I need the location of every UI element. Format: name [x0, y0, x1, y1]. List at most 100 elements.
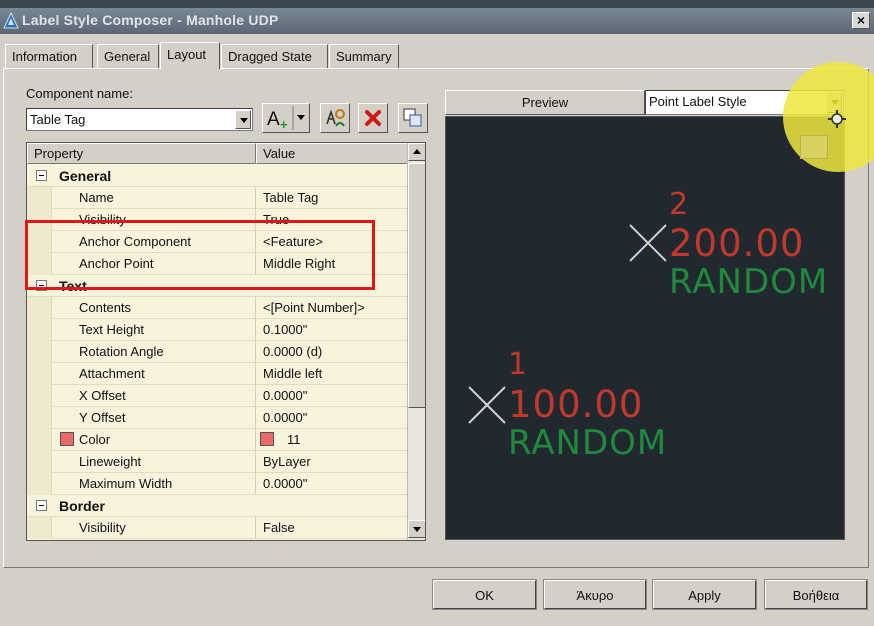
tab-baseline — [3, 68, 869, 69]
pan-cursor-icon — [828, 110, 846, 128]
property-value[interactable]: <[Point Number]> — [263, 300, 365, 315]
tab-information[interactable]: Information — [5, 44, 93, 68]
copy-component-icon — [326, 109, 345, 127]
ok-button[interactable]: OK — [432, 579, 537, 610]
dropdown-popup-stub — [800, 135, 828, 159]
column-separator — [255, 187, 256, 209]
svg-text:A: A — [267, 109, 280, 130]
scrollbar-thumb[interactable] — [408, 163, 425, 408]
property-name: Lineweight — [79, 454, 142, 469]
draw-order-button[interactable] — [398, 103, 428, 133]
property-value[interactable]: 0.1000" — [263, 322, 307, 337]
add-component-button[interactable]: A + — [262, 103, 310, 133]
apply-button[interactable]: Apply — [652, 579, 757, 610]
tab-layout[interactable]: Layout — [160, 42, 220, 69]
property-value[interactable]: 11 — [287, 432, 301, 447]
point-elevation: 200.00 — [669, 222, 805, 265]
cancel-button[interactable]: Άκυρο — [543, 579, 647, 610]
property-row[interactable]: Attachment Middle left — [27, 363, 407, 385]
property-value[interactable]: False — [263, 520, 295, 535]
color-value-swatch — [260, 432, 274, 446]
property-value[interactable]: Table Tag — [263, 190, 318, 205]
preview-canvas[interactable]: 2 200.00 RANDOM 1 100.00 RANDOM — [445, 116, 845, 540]
point-marker-icon — [468, 386, 506, 424]
preview-button[interactable]: Preview — [445, 90, 645, 115]
annotation-highlight-box — [25, 220, 375, 290]
property-row[interactable]: Contents <[Point Number]> — [27, 297, 407, 319]
title-bar: Label Style Composer - Manhole UDP × — [0, 8, 874, 34]
close-button[interactable]: × — [852, 12, 870, 29]
property-name: Name — [79, 190, 114, 205]
chevron-down-icon[interactable] — [235, 110, 251, 129]
column-separator — [255, 341, 256, 363]
property-row[interactable]: Y Offset 0.0000" — [27, 407, 407, 429]
component-name-value: Table Tag — [30, 112, 86, 127]
column-separator — [255, 319, 256, 341]
scroll-down-button[interactable] — [408, 520, 425, 538]
row-gutter — [27, 341, 52, 363]
point-marker-icon — [629, 224, 667, 262]
tab-summary[interactable]: Summary — [329, 44, 399, 68]
column-header-value[interactable]: Value — [256, 143, 408, 164]
column-separator — [255, 407, 256, 429]
property-value[interactable]: 0.0000" — [263, 410, 307, 425]
point-description: RANDOM — [669, 262, 829, 302]
property-value[interactable]: Middle left — [263, 366, 322, 381]
property-name: X Offset — [79, 388, 126, 403]
property-name: Visibility — [79, 520, 126, 535]
component-name-select[interactable]: Table Tag — [26, 108, 253, 131]
point-elevation: 100.00 — [508, 383, 644, 426]
property-value[interactable]: 0.0000" — [263, 388, 307, 403]
column-separator — [255, 429, 256, 451]
collapse-icon[interactable] — [36, 500, 47, 511]
property-row[interactable]: Name Table Tag — [27, 187, 407, 209]
top-strip — [0, 0, 874, 8]
tab-general[interactable]: General — [97, 44, 159, 68]
column-separator — [255, 385, 256, 407]
property-value[interactable]: ByLayer — [263, 454, 311, 469]
column-separator — [255, 451, 256, 473]
property-row[interactable]: Lineweight ByLayer — [27, 451, 407, 473]
property-value[interactable]: 0.0000" — [263, 476, 307, 491]
property-row[interactable]: Visibility False — [27, 517, 407, 539]
property-grid[interactable]: Property Value General Name Table Tag Vis… — [26, 142, 426, 541]
column-header-property[interactable]: Property — [27, 143, 256, 164]
column-separator — [255, 473, 256, 495]
delete-component-button[interactable] — [358, 103, 388, 133]
property-row[interactable]: Text Height 0.1000" — [27, 319, 407, 341]
row-gutter — [27, 517, 52, 539]
collapse-icon[interactable] — [36, 170, 47, 181]
text-add-icon: A + — [267, 106, 305, 132]
row-gutter — [27, 473, 52, 495]
point-number: 1 — [508, 347, 529, 382]
category-label: Border — [59, 498, 105, 514]
category-border[interactable]: Border — [27, 495, 407, 517]
point-number: 2 — [669, 187, 690, 222]
help-button[interactable]: Βοήθεια — [764, 579, 868, 610]
property-row[interactable]: Rotation Angle 0.0000 (d) — [27, 341, 407, 363]
column-separator — [255, 363, 256, 385]
component-name-label: Component name: — [26, 86, 133, 101]
property-row-color[interactable]: Color 11 — [27, 429, 407, 451]
property-name: Contents — [79, 300, 132, 315]
category-general[interactable]: General — [27, 165, 407, 187]
property-value[interactable]: 0.0000 (d) — [263, 344, 322, 359]
scroll-up-button[interactable] — [408, 143, 425, 161]
column-separator — [255, 297, 256, 319]
row-gutter — [27, 385, 52, 407]
property-row[interactable]: Maximum Width 0.0000" — [27, 473, 407, 495]
row-gutter — [27, 429, 52, 451]
row-gutter — [27, 187, 52, 209]
point-description: RANDOM — [508, 423, 668, 463]
vertical-scrollbar[interactable] — [407, 143, 425, 540]
autocad-logo-icon — [3, 12, 19, 29]
copy-component-button[interactable] — [320, 103, 350, 133]
window-title: Label Style Composer - Manhole UDP — [22, 12, 279, 28]
property-name: Rotation Angle — [79, 344, 164, 359]
chevron-up-icon — [413, 149, 421, 154]
chevron-down-icon — [413, 527, 421, 532]
column-separator — [255, 517, 256, 539]
tab-dragged-state[interactable]: Dragged State — [221, 44, 328, 68]
property-row[interactable]: X Offset 0.0000" — [27, 385, 407, 407]
delete-x-icon — [365, 110, 381, 126]
